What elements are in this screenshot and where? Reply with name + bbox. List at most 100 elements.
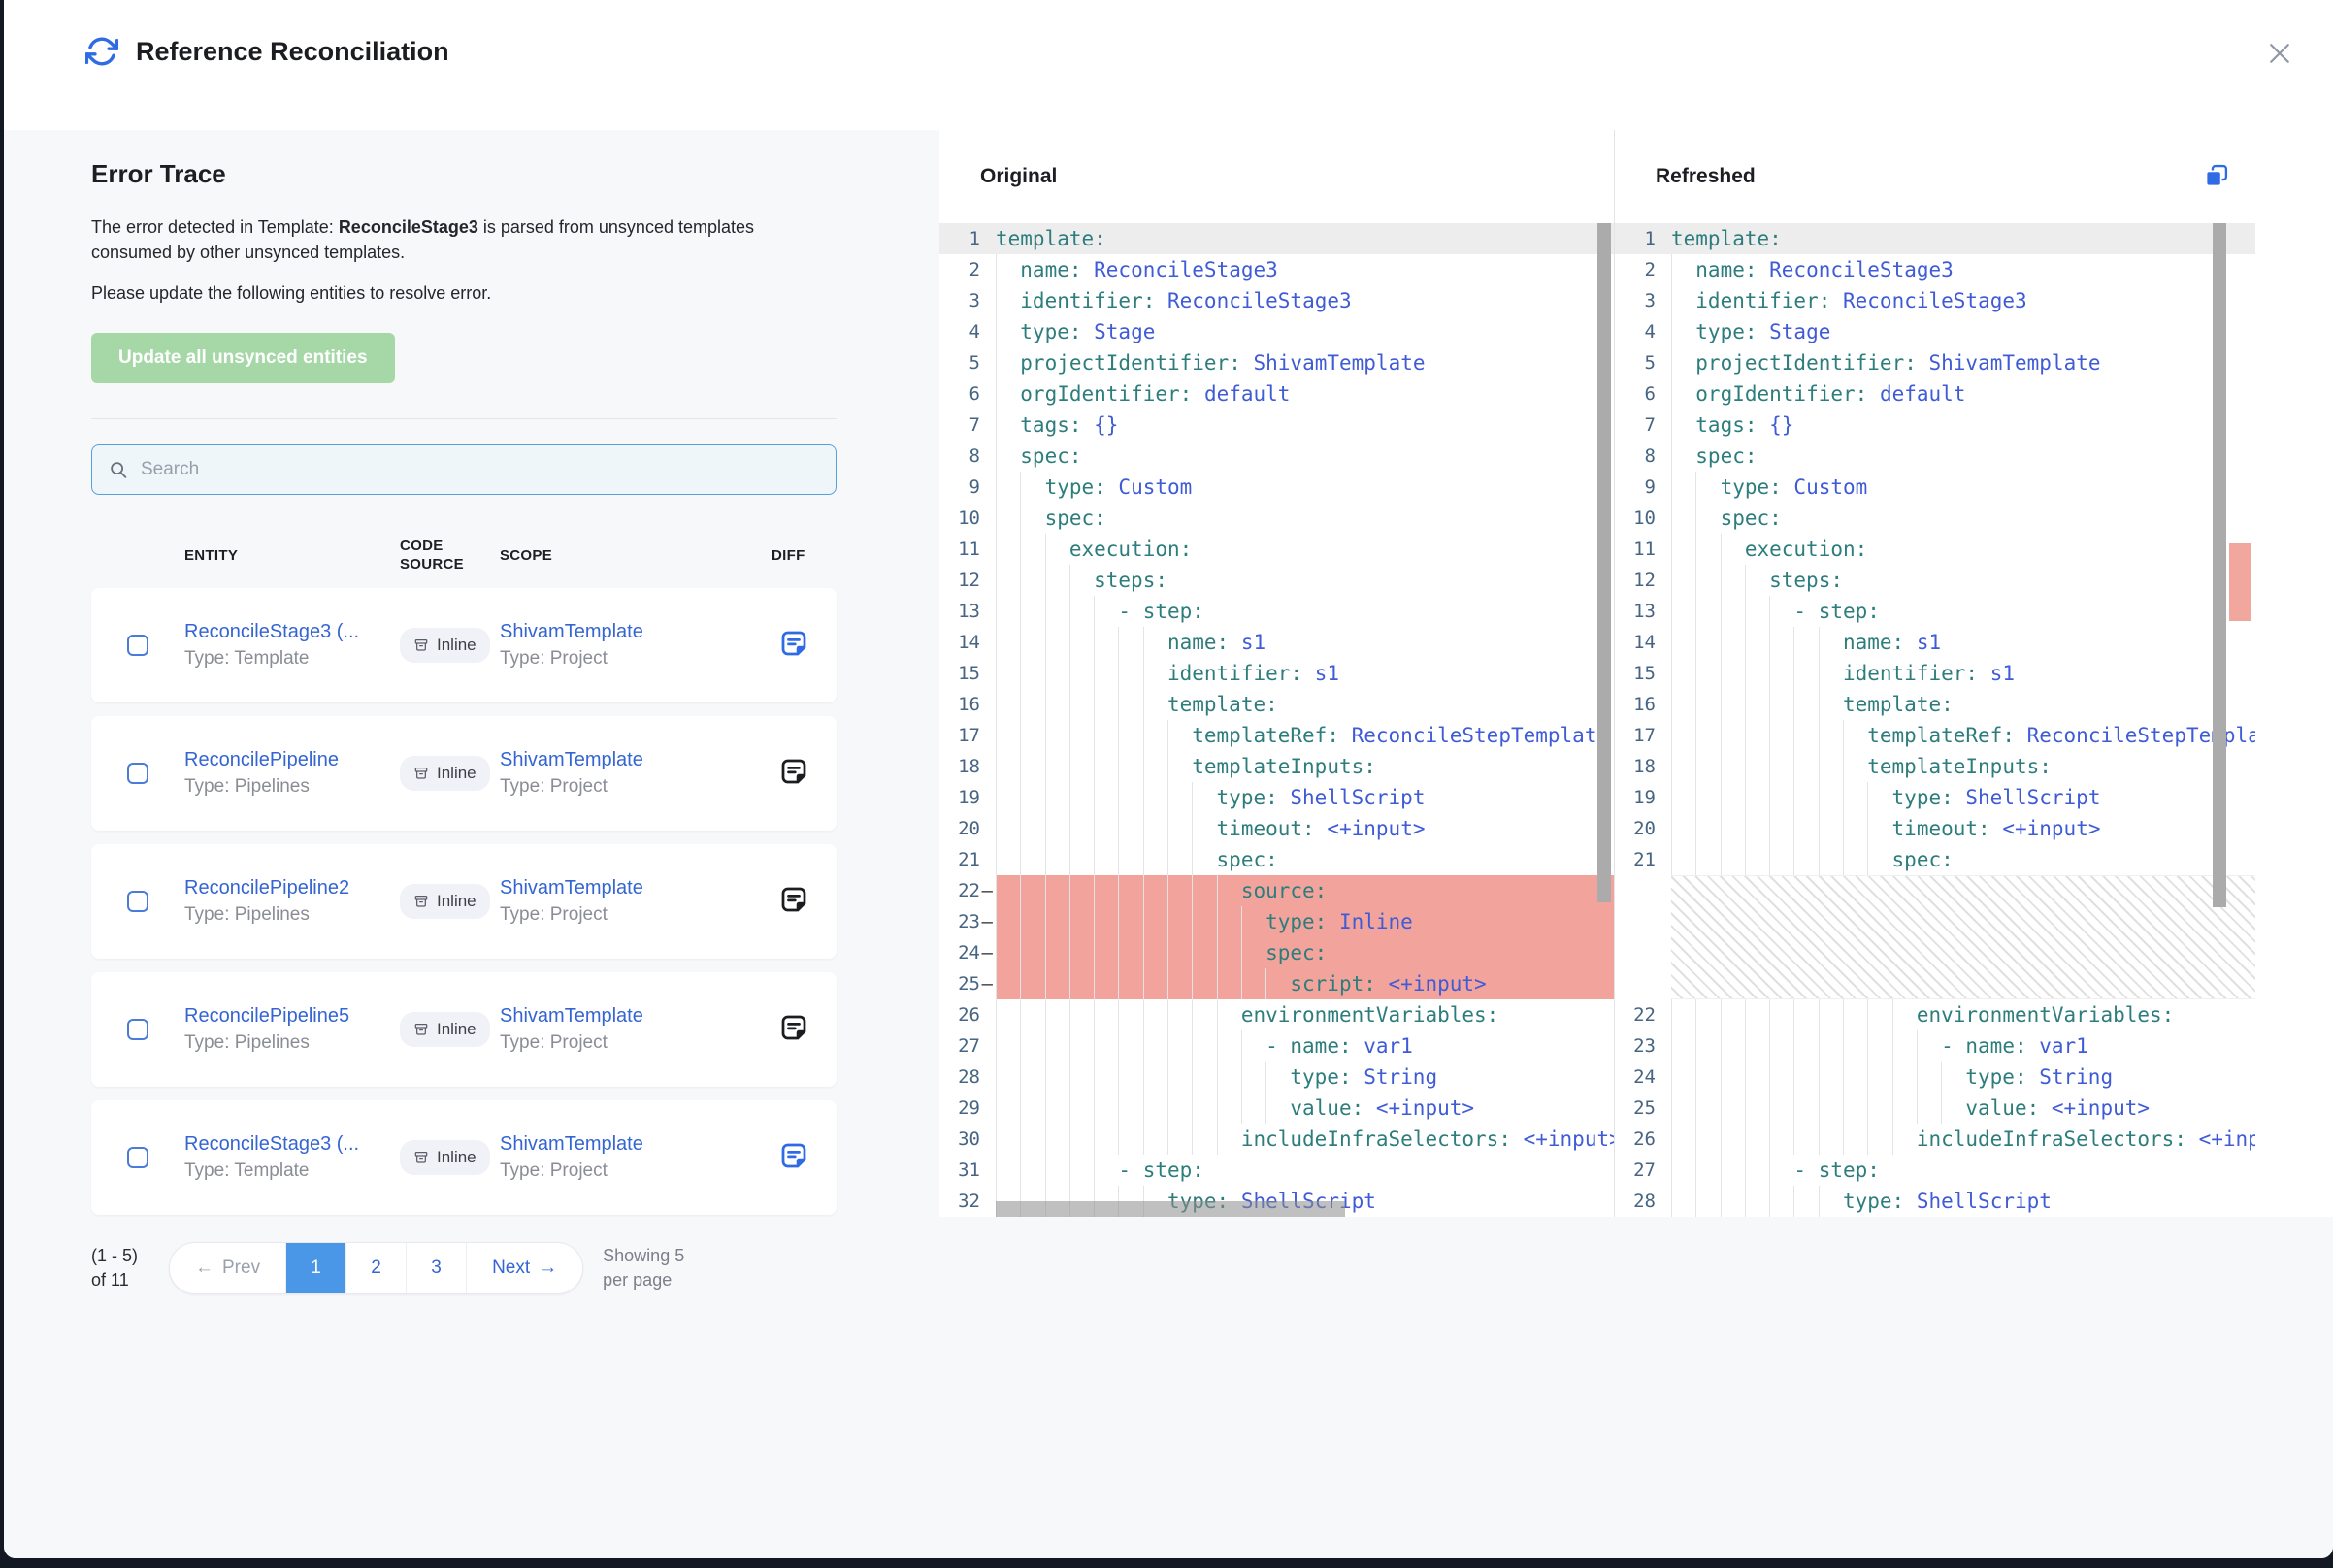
vertical-scrollbar[interactable] — [1597, 223, 1611, 902]
close-button[interactable] — [2261, 35, 2298, 75]
code-line: 9type: Custom — [1615, 472, 2255, 503]
code-line: 19type: ShellScript — [1615, 782, 2255, 813]
code-line: 3identifier: ReconcileStage3 — [1615, 285, 2255, 316]
line-number: 23— — [939, 906, 996, 937]
page-button-1[interactable]: 1 — [285, 1243, 345, 1293]
dialog-title: Reference Reconciliation — [136, 35, 449, 68]
line-number: 26 — [1615, 1124, 1671, 1155]
line-number: 32 — [939, 1186, 996, 1217]
line-number: 24— — [939, 937, 996, 968]
dialog-header: Reference Reconciliation — [4, 0, 2333, 130]
code-line: 21spec: — [939, 844, 1614, 875]
row-checkbox[interactable] — [127, 635, 148, 656]
original-title: Original — [980, 165, 1057, 188]
line-number: 16 — [1615, 689, 1671, 720]
code-line: 28type: String — [939, 1062, 1614, 1093]
code-line: 1template: — [1615, 223, 2255, 254]
code-line: 24type: String — [1615, 1062, 2255, 1093]
code-source-label: Inline — [437, 892, 476, 911]
line-number: 19 — [1615, 782, 1671, 813]
pagination-per-page: Showing 5 per page — [603, 1244, 694, 1291]
code-line: 18templateInputs: — [939, 751, 1614, 782]
view-diff-button[interactable] — [777, 1139, 810, 1175]
refreshed-code-area[interactable]: 1template:2name: ReconcileStage33identif… — [1615, 223, 2255, 1217]
entity-link[interactable]: ReconcilePipeline — [184, 749, 400, 771]
column-entity: ENTITY — [184, 547, 400, 566]
column-diff: DIFF — [772, 547, 837, 566]
line-number: 22 — [1615, 999, 1671, 1030]
line-number: 8 — [1615, 441, 1671, 472]
copy-button[interactable] — [2201, 160, 2232, 194]
entity-link[interactable]: ReconcilePipeline2 — [184, 877, 400, 899]
line-number: 10 — [939, 503, 996, 534]
next-page-button[interactable]: Next→ — [466, 1243, 582, 1293]
code-line: 9type: Custom — [939, 472, 1614, 503]
line-number: 25 — [1615, 1093, 1671, 1124]
row-checkbox[interactable] — [127, 891, 148, 912]
code-line: 15identifier: s1 — [1615, 658, 2255, 689]
reference-reconciliation-dialog: Reference Reconciliation Error Trace The… — [4, 0, 2333, 1558]
diff-note-icon — [779, 757, 808, 786]
view-diff-button[interactable] — [777, 627, 810, 663]
page-button-3[interactable]: 3 — [406, 1243, 466, 1293]
scope-link[interactable]: ShivamTemplate — [500, 1005, 772, 1028]
view-diff-button[interactable] — [777, 755, 810, 791]
line-number: 3 — [939, 285, 996, 316]
update-all-unsynced-entities-button[interactable]: Update all unsynced entities — [91, 333, 395, 383]
vertical-scrollbar[interactable] — [2213, 223, 2226, 907]
search-input[interactable] — [141, 459, 820, 480]
diff-note-icon — [779, 1141, 808, 1170]
code-line: 4type: Stage — [939, 316, 1614, 347]
line-number: 6 — [1615, 378, 1671, 409]
scope-link[interactable]: ShivamTemplate — [500, 621, 772, 643]
line-number: 31 — [939, 1155, 996, 1186]
code-line: 5projectIdentifier: ShivamTemplate — [939, 347, 1614, 378]
row-checkbox[interactable] — [127, 763, 148, 784]
line-number: 20 — [1615, 813, 1671, 844]
entity-link[interactable]: ReconcileStage3 (... — [184, 1133, 400, 1156]
entity-link[interactable]: ReconcilePipeline5 — [184, 1005, 400, 1028]
line-number: 6 — [939, 378, 996, 409]
line-number: 15 — [939, 658, 996, 689]
line-number: 8 — [939, 441, 996, 472]
code-line: 30includeInfraSelectors: <+input> — [939, 1124, 1614, 1155]
row-checkbox[interactable] — [127, 1147, 148, 1168]
line-number: 11 — [939, 534, 996, 565]
code-source-badge: Inline — [400, 756, 490, 791]
prev-page-button[interactable]: ←Prev — [170, 1243, 285, 1293]
pager: ←Prev123Next→ — [169, 1242, 583, 1294]
column-scope: SCOPE — [500, 547, 772, 566]
entity-link[interactable]: ReconcileStage3 (... — [184, 621, 400, 643]
original-code-area[interactable]: 1template:2name: ReconcileStage33identif… — [939, 223, 1614, 1217]
code-line: 12steps: — [1615, 565, 2255, 596]
view-diff-button[interactable] — [777, 1011, 810, 1047]
horizontal-scrollbar[interactable] — [996, 1201, 1345, 1217]
line-number: 2 — [1615, 254, 1671, 285]
diff-note-icon — [779, 1013, 808, 1042]
error-trace-panel: Error Trace The error detected in Templa… — [4, 130, 924, 1558]
entity-type: Type: Template — [184, 1160, 400, 1182]
line-number: 27 — [939, 1030, 996, 1062]
code-line: 11execution: — [939, 534, 1614, 565]
code-line: 16template: — [1615, 689, 2255, 720]
line-number: 21 — [1615, 844, 1671, 875]
code-line: 6orgIdentifier: default — [939, 378, 1614, 409]
entity-type: Type: Pipelines — [184, 1032, 400, 1054]
line-number: 23 — [1615, 1030, 1671, 1062]
view-diff-button[interactable] — [777, 883, 810, 919]
row-checkbox[interactable] — [127, 1019, 148, 1040]
code-line: 25value: <+input> — [1615, 1093, 2255, 1124]
scope-link[interactable]: ShivamTemplate — [500, 1133, 772, 1156]
entity-row: ReconcileStage3 (...Type: TemplateInline… — [91, 588, 837, 702]
code-line: 29value: <+input> — [939, 1093, 1614, 1124]
pagination-range: (1 - 5) of 11 — [91, 1244, 149, 1291]
page-button-2[interactable]: 2 — [345, 1243, 406, 1293]
scope-link[interactable]: ShivamTemplate — [500, 749, 772, 771]
line-number: 28 — [1615, 1186, 1671, 1217]
line-number: 17 — [939, 720, 996, 751]
code-source-badge: Inline — [400, 884, 490, 919]
entity-type: Type: Pipelines — [184, 776, 400, 798]
inline-source-icon — [413, 637, 429, 653]
scope-link[interactable]: ShivamTemplate — [500, 877, 772, 899]
code-line: 5projectIdentifier: ShivamTemplate — [1615, 347, 2255, 378]
